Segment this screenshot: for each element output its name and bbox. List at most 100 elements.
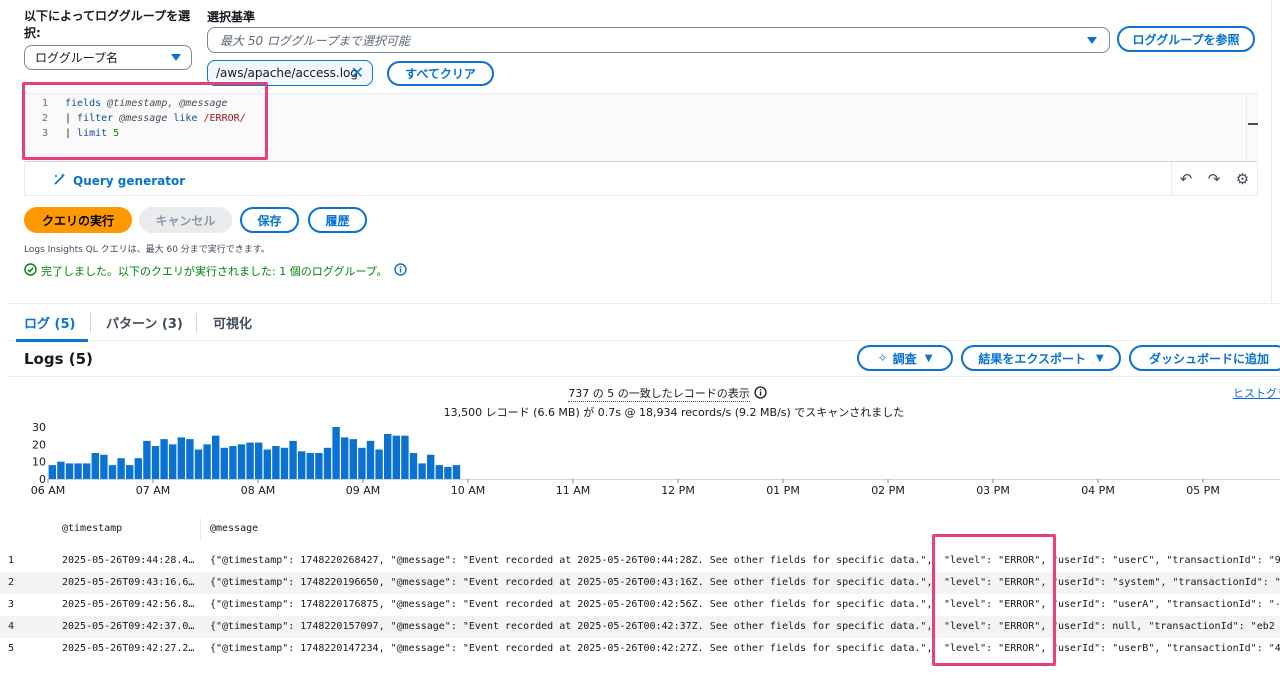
x-tick-label: 11 AM [556,484,591,497]
active-tab-indicator [16,339,88,342]
x-tick-label: 08 AM [241,484,276,497]
run-query-button[interactable]: クエリの実行 [24,207,132,233]
table-header: @timestamp @message [0,518,1280,542]
row-index: 1 [8,555,15,566]
histogram-link[interactable]: ヒストグラ [1233,385,1280,401]
histogram-bar [229,446,237,479]
row-message-rest: "userId": null, "transactionId": "eb2 [1052,621,1275,632]
column-header-message[interactable]: @message [210,523,258,534]
table-row[interactable]: 4 2025-05-26T09:42:37.0… {"@timestamp": … [0,616,1280,638]
table-row[interactable]: 2 2025-05-26T09:43:16.6… {"@timestamp": … [0,572,1280,594]
log-histogram: 302010006 AM 07 AM 08 AM 09 AM 10 AM 11 AM 12 … [31,421,1280,497]
caret-down-icon: ▼ [1095,352,1104,364]
x-tick-label: 07 AM [136,484,171,497]
info-icon[interactable] [754,385,767,402]
row-message-rest: "userId": "userA", "transactionId": "- [1052,599,1280,610]
histogram-bar [57,461,65,479]
histogram-bar [315,453,323,479]
histogram-bar [452,465,461,479]
redo-icon[interactable]: ↷ [1208,170,1221,188]
table-row[interactable]: 3 2025-05-26T09:42:56.8… {"@timestamp": … [0,594,1280,616]
results-tabs: ログ (5) パターン (3) 可視化 [8,303,1280,342]
annotation-highlight-level [932,534,1056,666]
x-tick-label: 10 AM [451,484,486,497]
column-header-timestamp[interactable]: @timestamp [62,523,122,534]
column-separator [200,518,201,540]
histogram-bar [151,446,160,479]
token-label: /aws/apache/access.log [216,66,359,80]
histogram-bar [332,427,340,479]
histogram-bar [169,444,177,479]
criteria-label: 選択基準 [207,10,256,24]
histogram-bar [358,447,366,479]
tab-logs[interactable]: ログ (5) [24,313,75,332]
row-timestamp: 2025-05-26T09:42:37.0… [62,621,195,632]
histogram-bar [298,451,306,479]
tab-visualization[interactable]: 可視化 [213,313,252,332]
export-results-button[interactable]: 結果をエクスポート ▼ [961,345,1121,371]
histogram-bar [306,453,314,479]
select-by-dropdown[interactable]: ロググループ名 [24,45,192,70]
remove-token-icon[interactable]: ✕ [351,63,364,82]
row-index: 2 [8,577,15,588]
editor-scrollbar[interactable] [1246,94,1258,162]
row-message-rest: "userId": "userC", "transactionId": "9 [1052,555,1280,566]
histogram-bar [444,466,452,479]
info-icon[interactable] [393,263,407,279]
browse-loggroups-button[interactable]: ロググループを参照 [1117,26,1255,52]
select-by-label: 以下によってロググループを選択: [24,9,191,40]
undo-icon[interactable]: ↶ [1180,170,1193,188]
query-generator-link[interactable]: Query generator [53,172,185,189]
table-row[interactable]: 5 2025-05-26T09:42:27.2… {"@timestamp": … [0,638,1280,660]
x-tick-label: 02 PM [871,484,905,497]
row-message: {"@timestamp": 1748220176875, "@message"… [210,599,933,610]
histogram-bar [384,433,392,479]
gear-icon[interactable]: ⚙ [1236,170,1249,188]
cancel-button[interactable]: キャンセル [139,207,232,233]
row-timestamp: 2025-05-26T09:42:56.8… [62,599,195,610]
histogram-bar [212,435,220,479]
x-tick-label: 09 AM [346,484,381,497]
histogram-bar [126,465,134,479]
status-message: 完了しました。以下のクエリが実行されました: 1 個のロググループ。 [24,263,407,279]
histogram-bar [366,440,375,479]
editor-tools: ↶ ↷ ⚙ [1171,162,1257,195]
histogram-bar [263,449,271,479]
loggroup-select[interactable]: 最大 50 ロググループまで選択可能 [207,27,1110,53]
histogram-bar [272,446,280,479]
x-tick-label: 01 PM [766,484,800,497]
table-row[interactable]: 1 2025-05-26T09:44:28.4… {"@timestamp": … [0,550,1280,572]
histogram-bar [289,440,297,479]
histogram-bar [375,449,383,479]
caret-down-icon [1087,37,1097,44]
row-message: {"@timestamp": 1748220268427, "@message"… [210,555,933,566]
histogram-bar [255,442,263,479]
histogram-bar [186,439,194,479]
histogram-bar [418,463,426,479]
history-button[interactable]: 履歴 [308,207,367,233]
histogram-bar [323,447,332,479]
histogram-bar [280,447,289,479]
records-text: 737 の 5 の一致したレコードの表示 [568,387,750,402]
x-tick-label: 06 AM [31,484,66,497]
histogram-bar [401,435,409,479]
save-button[interactable]: 保存 [240,207,299,233]
histogram-bar [108,465,117,479]
clear-all-button[interactable]: すべてクリア [387,61,494,86]
tab-patterns[interactable]: パターン (3) [106,313,183,332]
histogram-bar [100,454,108,479]
query-generator-bar: Query generator ↶ ↷ ⚙ [24,161,1258,196]
histogram-bar [392,435,400,479]
caret-down-icon [171,54,181,61]
row-index: 4 [8,621,15,632]
investigate-button[interactable]: ✧ 調査 ▼ [857,345,953,371]
add-to-dashboard-button[interactable]: ダッシュボードに追加 [1129,345,1280,371]
row-timestamp: 2025-05-26T09:43:16.6… [62,577,195,588]
query-hint: Logs Insights QL クエリは、最大 60 分まで実行できます。 [24,245,270,255]
histogram-bar [91,453,99,479]
histogram-bar [48,465,56,479]
investigate-label: 調査 [892,351,917,366]
y-tick-label: 20 [32,438,46,451]
histogram-bar [160,439,168,479]
x-tick-label: 03 PM [976,484,1010,497]
